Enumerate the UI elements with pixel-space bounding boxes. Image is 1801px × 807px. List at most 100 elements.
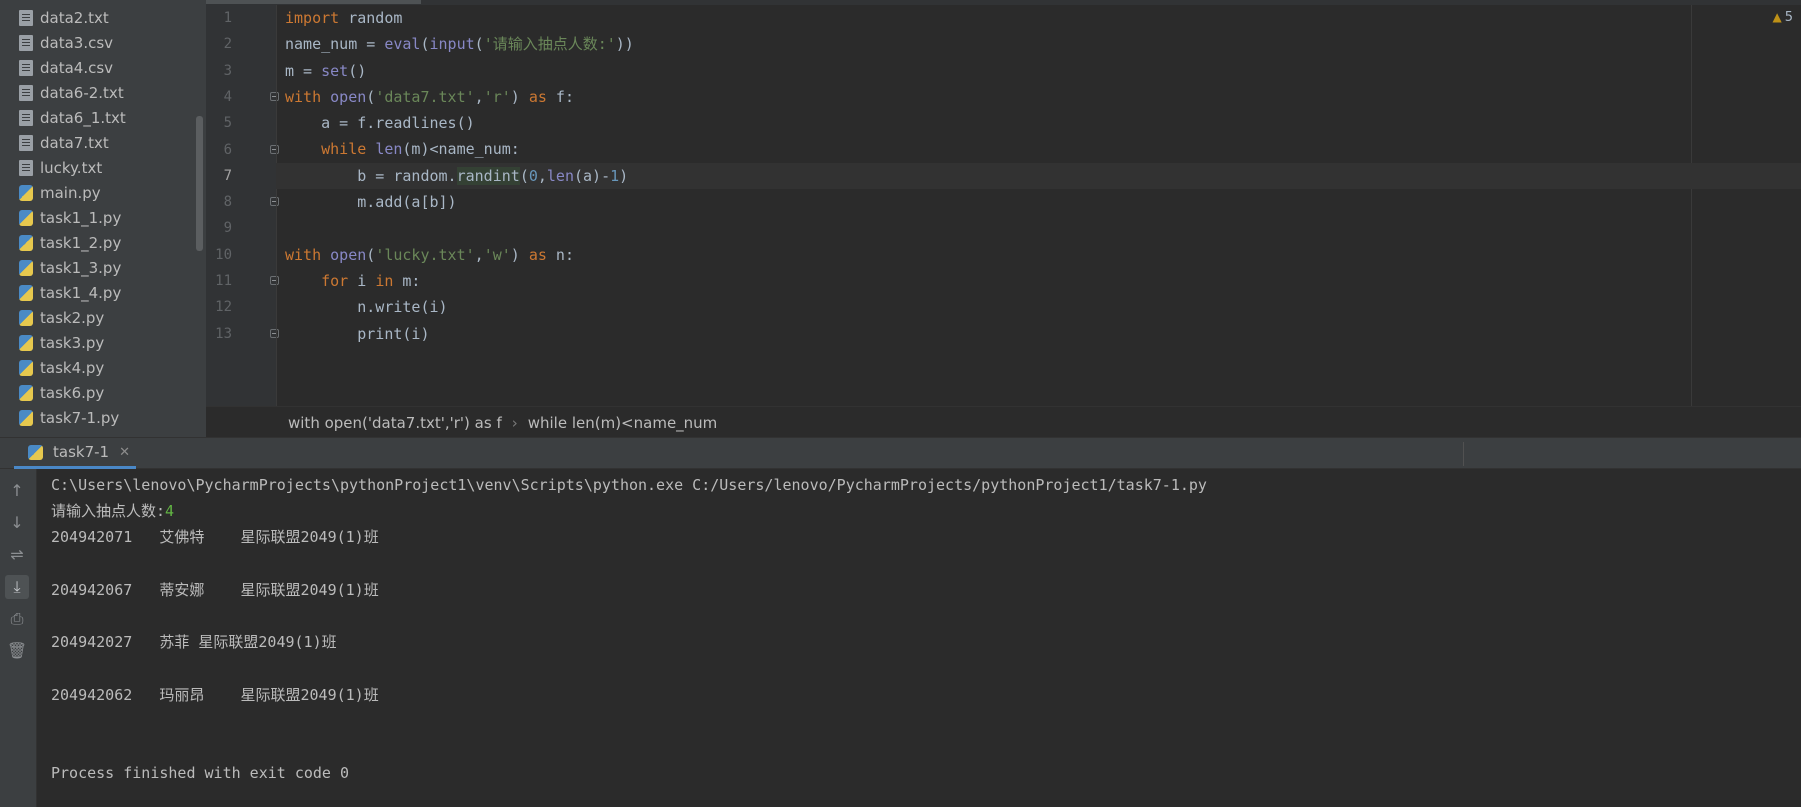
tree-item-label: task3.py bbox=[40, 333, 105, 352]
tree-item-label: data6-2.txt bbox=[40, 83, 124, 102]
python-file-icon bbox=[19, 409, 33, 426]
python-file-icon bbox=[19, 309, 33, 326]
console-output-line: 204942062 玛丽昂 星际联盟2049(1)班 bbox=[51, 685, 379, 704]
editor-breadcrumb: with open('data7.txt','r') as f › while … bbox=[206, 406, 1801, 438]
tree-item-label: task4.py bbox=[40, 358, 105, 377]
line-number: 11 bbox=[215, 273, 232, 289]
tree-item-label: data3.csv bbox=[40, 33, 114, 52]
tree-item-file[interactable]: task1_3.py bbox=[0, 255, 200, 280]
tree-item-file[interactable]: data7.txt bbox=[0, 130, 200, 155]
code-line-3[interactable]: m = set() bbox=[285, 58, 1685, 84]
line-number: 12 bbox=[215, 299, 232, 316]
tree-item-label: task6.py bbox=[40, 383, 105, 402]
code-line-10[interactable]: with open('lucky.txt','w') as n: bbox=[285, 242, 1685, 268]
tree-item-file[interactable]: data6-2.txt bbox=[0, 80, 200, 105]
tree-item-file[interactable]: data2.txt bbox=[0, 5, 200, 30]
tree-item-file[interactable]: task1_2.py bbox=[0, 230, 200, 255]
tree-item-file[interactable]: task7-1.py bbox=[0, 405, 200, 430]
code-line-12[interactable]: n.write(i) bbox=[285, 294, 1685, 320]
code-line-2[interactable]: name_num = eval(input('请输入抽点人数:')) bbox=[285, 31, 1685, 57]
line-number-gutter: 1 2 3 4 5 6 7 8 9 10 11 12 13 bbox=[206, 5, 279, 406]
tree-item-file[interactable]: lucky.txt bbox=[0, 155, 200, 180]
code-line-6[interactable]: while len(m)<name_num: bbox=[285, 136, 1685, 162]
tree-item-file[interactable]: task6.py bbox=[0, 380, 200, 405]
fold-marker-icon[interactable] bbox=[270, 276, 279, 285]
scroll-up-arrow-icon[interactable]: ↑ bbox=[5, 479, 29, 503]
line-number: 3 bbox=[223, 62, 232, 79]
inspection-warnings[interactable]: ▲ 5 bbox=[1772, 10, 1793, 25]
tree-item-label: data2.txt bbox=[40, 8, 109, 27]
tree-item-label: data7.txt bbox=[40, 133, 109, 152]
project-file-list: data2.txt data3.csv data4.csv data6-2.txt da… bbox=[0, 5, 200, 430]
fold-marker-icon[interactable] bbox=[270, 91, 279, 101]
tree-item-file[interactable]: task1_1.py bbox=[0, 205, 200, 230]
tree-item-file[interactable]: task1_4.py bbox=[0, 280, 200, 305]
project-tree-scrollbar[interactable] bbox=[196, 116, 203, 251]
line-number: 7 bbox=[223, 167, 232, 184]
fold-marker-icon[interactable] bbox=[270, 144, 279, 154]
console-output-line: 204942071 艾佛特 星际联盟2049(1)班 bbox=[51, 528, 379, 547]
code-line-13[interactable]: print(i) bbox=[285, 321, 1685, 347]
run-tab-task7-1[interactable]: task7-1 ✕ bbox=[14, 438, 136, 469]
tree-item-file[interactable]: data4.csv bbox=[0, 55, 200, 80]
console-prompt-line: 请输入抽点人数:4 bbox=[51, 498, 1781, 524]
scroll-to-end-icon[interactable]: ⤓ bbox=[5, 575, 29, 599]
code-area[interactable]: import random name_num = eval(input('请输入… bbox=[276, 5, 1801, 347]
gutter-divider bbox=[276, 5, 277, 406]
run-toolbar: ↑ ↓ ⇌ ⤓ ⎙ 🗑 bbox=[0, 469, 37, 807]
line-number: 8 bbox=[223, 194, 232, 211]
line-number: 13 bbox=[215, 325, 232, 342]
breadcrumb-item-while[interactable]: while len(m)<name_num bbox=[528, 414, 718, 432]
tree-item-label: task1_3.py bbox=[40, 258, 122, 277]
trash-icon[interactable]: 🗑 bbox=[5, 639, 29, 663]
code-editor[interactable]: 1 2 3 4 5 6 7 8 9 10 11 12 13 ▲ 5 import random name_… bbox=[206, 0, 1801, 438]
tree-item-file[interactable]: main.py bbox=[0, 180, 200, 205]
text-file-icon bbox=[19, 9, 33, 26]
text-file-icon bbox=[19, 84, 33, 101]
python-file-icon bbox=[19, 234, 33, 251]
code-line-11[interactable]: for i in m: bbox=[285, 268, 1685, 294]
line-number: 5 bbox=[223, 115, 232, 132]
tree-item-label: task1_4.py bbox=[40, 283, 122, 302]
tree-item-label: task2.py bbox=[40, 308, 105, 327]
tree-item-label: task1_2.py bbox=[40, 233, 122, 252]
python-file-icon bbox=[19, 209, 33, 226]
code-line-9[interactable] bbox=[285, 215, 1685, 241]
python-file-icon bbox=[19, 359, 33, 376]
tree-item-label: main.py bbox=[40, 183, 101, 202]
breadcrumb-item-with-open[interactable]: with open('data7.txt','r') as f bbox=[288, 414, 502, 432]
console-output-line: 204942067 蒂安娜 星际联盟2049(1)班 bbox=[51, 580, 379, 599]
code-line-1[interactable]: import random bbox=[285, 5, 1685, 31]
fold-marker-icon[interactable] bbox=[270, 197, 279, 207]
console-input-value: 4 bbox=[165, 502, 175, 521]
code-line-4[interactable]: with open('data7.txt','r') as f: bbox=[285, 84, 1685, 110]
run-console-output[interactable]: C:\Users\lenovo\PycharmProjects\pythonPr… bbox=[51, 472, 1781, 786]
tree-item-label: lucky.txt bbox=[40, 158, 103, 177]
tree-item-file[interactable]: data6_1.txt bbox=[0, 105, 200, 130]
tree-item-file[interactable]: task4.py bbox=[0, 355, 200, 380]
line-number: 2 bbox=[223, 36, 232, 53]
code-line-8[interactable]: m.add(a[b]) bbox=[285, 189, 1685, 215]
print-icon[interactable]: ⎙ bbox=[5, 607, 29, 631]
run-tab-label: task7-1 bbox=[53, 443, 110, 461]
tree-item-file[interactable]: task2.py bbox=[0, 305, 200, 330]
python-file-icon bbox=[19, 384, 33, 401]
fold-marker-icon[interactable] bbox=[270, 328, 279, 338]
tree-item-file[interactable]: task3.py bbox=[0, 330, 200, 355]
project-tree-panel: data2.txt data3.csv data4.csv data6-2.txt da… bbox=[0, 0, 206, 437]
console-prompt: 请输入抽点人数: bbox=[51, 502, 166, 521]
scroll-down-arrow-icon[interactable]: ↓ bbox=[5, 511, 29, 535]
close-tab-icon[interactable]: ✕ bbox=[119, 445, 130, 460]
code-line-7-current[interactable]: b = random.randint(0,len(a)-1) bbox=[276, 162, 1801, 190]
warnings-count: 5 bbox=[1784, 10, 1793, 25]
tree-item-file[interactable]: data3.csv bbox=[0, 30, 200, 55]
python-file-icon bbox=[19, 284, 33, 301]
text-file-icon bbox=[19, 159, 33, 176]
soft-wrap-icon[interactable]: ⇌ bbox=[5, 543, 29, 567]
line-number: 4 bbox=[223, 88, 232, 105]
code-line-5[interactable]: a = f.readlines() bbox=[285, 110, 1685, 136]
python-file-icon bbox=[19, 334, 33, 351]
